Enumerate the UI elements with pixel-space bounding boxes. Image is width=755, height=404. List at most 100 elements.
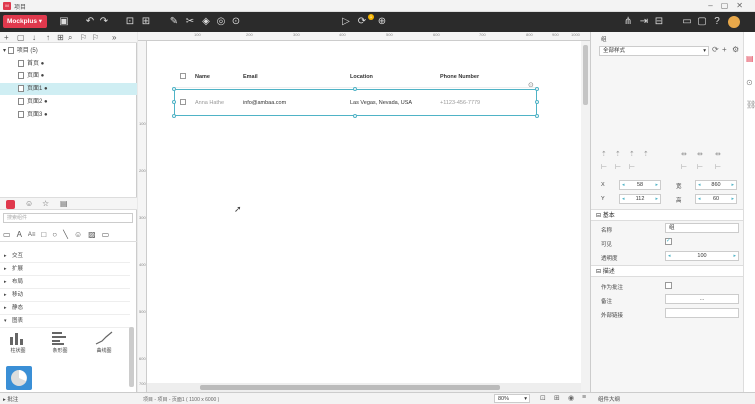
undo-icon[interactable]: ↶ bbox=[84, 16, 96, 28]
resize-handle[interactable] bbox=[172, 114, 176, 118]
fit-icon[interactable]: ⊡ bbox=[540, 394, 546, 402]
y-input[interactable]: ◂ 112 ▸ bbox=[619, 194, 661, 204]
zoom-select[interactable]: 80% ▾ bbox=[494, 394, 530, 403]
help-icon[interactable]: ? bbox=[711, 16, 723, 28]
align-center-icon[interactable]: ⊢ bbox=[615, 163, 621, 171]
resize-handle[interactable] bbox=[535, 87, 539, 91]
align-left-icon[interactable]: ⇡ bbox=[643, 150, 649, 158]
link-tab-icon[interactable]: ⛓ bbox=[746, 100, 755, 109]
tree-root[interactable]: ▾ 项目 (5) bbox=[0, 45, 137, 57]
window-controls[interactable]: –▢✕ bbox=[708, 1, 751, 10]
grid-icon[interactable]: ⊞ bbox=[57, 32, 64, 43]
paragraph-shape-icon[interactable]: A≡ bbox=[28, 232, 36, 238]
align-left-edge-icon[interactable]: ⊢ bbox=[601, 163, 607, 171]
align-bottom-icon[interactable]: ⇡ bbox=[629, 150, 635, 158]
fullscreen-icon[interactable]: ▢ bbox=[696, 16, 708, 28]
grid-toggle-icon[interactable]: ⊞ bbox=[554, 394, 560, 402]
category-static[interactable]: 静态 bbox=[0, 302, 130, 315]
distribute-h-icon[interactable]: ⇹ bbox=[681, 150, 687, 158]
annotation-checkbox[interactable] bbox=[665, 282, 672, 289]
header-checkbox[interactable] bbox=[180, 73, 186, 79]
folder-icon[interactable]: ▢ bbox=[17, 32, 25, 43]
star-icon[interactable]: ☆ bbox=[42, 199, 49, 208]
target-icon[interactable]: ◎ bbox=[215, 16, 227, 28]
resize-handle[interactable] bbox=[535, 100, 539, 104]
move-down-icon[interactable]: ↓ bbox=[32, 32, 36, 43]
component-library-icon[interactable]: ▤ bbox=[60, 199, 68, 208]
resize-handle[interactable] bbox=[353, 114, 357, 118]
category-interaction[interactable]: 交互 bbox=[0, 250, 130, 263]
brand-menu-button[interactable]: Mockplus ▾ bbox=[3, 15, 47, 28]
frame-icon[interactable]: ⊡ bbox=[124, 16, 136, 28]
preview-icon[interactable]: ◉ bbox=[568, 394, 574, 402]
line-chart-item[interactable]: 曲线图 bbox=[90, 331, 118, 354]
library-scrollbar[interactable] bbox=[129, 327, 134, 387]
x-input[interactable]: ◂ 58 ▸ bbox=[619, 180, 661, 190]
align-right-edge-icon[interactable]: ⊢ bbox=[629, 163, 635, 171]
exit-icon[interactable]: ⇥ bbox=[638, 16, 650, 28]
circle-shape-icon[interactable]: ○ bbox=[52, 230, 57, 239]
horizontal-scroll-thumb[interactable] bbox=[200, 385, 500, 390]
redo-icon[interactable]: ↷ bbox=[98, 16, 110, 28]
size-w-icon[interactable]: ⊢ bbox=[681, 163, 687, 171]
move-up-icon[interactable]: ↑ bbox=[46, 32, 50, 43]
save-icon[interactable]: ▣ bbox=[58, 16, 70, 28]
library-search-input[interactable]: 搜索组件 bbox=[3, 213, 133, 223]
name-input[interactable]: 组 bbox=[665, 223, 739, 233]
image-shape-icon[interactable]: ▨ bbox=[88, 230, 96, 239]
refresh-icon[interactable]: ⟳ bbox=[712, 45, 719, 54]
size-both-icon[interactable]: ⊢ bbox=[715, 163, 721, 171]
tree-page-item[interactable]: 页面2 ● bbox=[0, 96, 137, 108]
fill-icon[interactable]: ◈ bbox=[200, 16, 212, 28]
gear-icon[interactable]: ⚙ bbox=[732, 45, 739, 54]
annotation-toggle[interactable]: ▸ 批注 bbox=[3, 395, 18, 403]
share-icon[interactable]: ⋔ bbox=[622, 16, 634, 28]
row-checkbox[interactable] bbox=[180, 99, 186, 105]
size-h-icon[interactable]: ⊢ bbox=[697, 163, 703, 171]
split-icon[interactable]: ⊟ bbox=[653, 16, 665, 28]
section-description[interactable]: ⊟ 描述 bbox=[591, 265, 744, 277]
pie-chart-item[interactable] bbox=[6, 366, 32, 390]
category-layout[interactable]: 布局 bbox=[0, 276, 130, 289]
brush-icon[interactable]: ✎ bbox=[168, 16, 180, 28]
vertical-scroll-thumb[interactable] bbox=[583, 45, 588, 105]
width-input[interactable]: ◂ 860 ▸ bbox=[695, 180, 737, 190]
component-icon[interactable]: ⊞ bbox=[140, 16, 152, 28]
rotate-handle-icon[interactable]: ⊙ bbox=[528, 81, 534, 89]
add-page-icon[interactable]: + bbox=[4, 32, 9, 43]
properties-tab-icon[interactable]: ▤ bbox=[746, 54, 754, 63]
placeholder-shape-icon[interactable]: ▭ bbox=[102, 230, 110, 239]
emoji-icon[interactable]: ☺ bbox=[25, 199, 33, 208]
bar-chart-item[interactable]: 柱状图 bbox=[4, 331, 32, 354]
note-input[interactable]: ... bbox=[665, 294, 739, 304]
add-icon[interactable]: + bbox=[722, 45, 727, 54]
section-basic[interactable]: ⊟ 基本 bbox=[591, 209, 744, 221]
resize-handle[interactable] bbox=[535, 114, 539, 118]
button-shape-icon[interactable]: ▭ bbox=[3, 230, 11, 239]
cut-icon[interactable]: ✂ bbox=[184, 16, 196, 28]
rect-shape-icon[interactable]: □ bbox=[41, 230, 46, 239]
visible-checkbox[interactable]: ✓ bbox=[665, 238, 672, 245]
line-shape-icon[interactable]: ╲ bbox=[63, 230, 68, 239]
flip-icon[interactable]: ⇹ bbox=[715, 150, 721, 158]
user-avatar[interactable] bbox=[728, 16, 740, 28]
layers-icon[interactable]: ≡ bbox=[582, 394, 586, 401]
export-icon[interactable]: ⊙ bbox=[230, 16, 242, 28]
smiley-shape-icon[interactable]: ☺ bbox=[74, 230, 82, 239]
resize-handle[interactable] bbox=[172, 87, 176, 91]
tree-page-item-selected[interactable]: 页面1 ● bbox=[0, 83, 137, 95]
opacity-input[interactable]: ◂ 100 ▸ bbox=[665, 251, 739, 261]
text-shape-icon[interactable]: A bbox=[17, 230, 22, 239]
resize-handle[interactable] bbox=[172, 100, 176, 104]
height-input[interactable]: ◂ 60 ▸ bbox=[695, 194, 737, 204]
outline-label[interactable]: 组件大纲 bbox=[598, 395, 620, 403]
column-chart-item[interactable]: 条形图 bbox=[46, 331, 74, 354]
align-top-icon[interactable]: ⇡ bbox=[601, 150, 607, 158]
gift-icon[interactable]: ⊕ bbox=[376, 16, 388, 28]
category-mobile[interactable]: 移动 bbox=[0, 289, 130, 302]
flag-outline-icon[interactable]: ⚐ bbox=[92, 32, 99, 43]
align-middle-icon[interactable]: ⇡ bbox=[615, 150, 621, 158]
style-select[interactable]: 全部样式 ▾ bbox=[599, 46, 709, 56]
tree-page-item[interactable]: 页面3 ● bbox=[0, 109, 137, 121]
category-extension[interactable]: 扩展 bbox=[0, 263, 130, 276]
